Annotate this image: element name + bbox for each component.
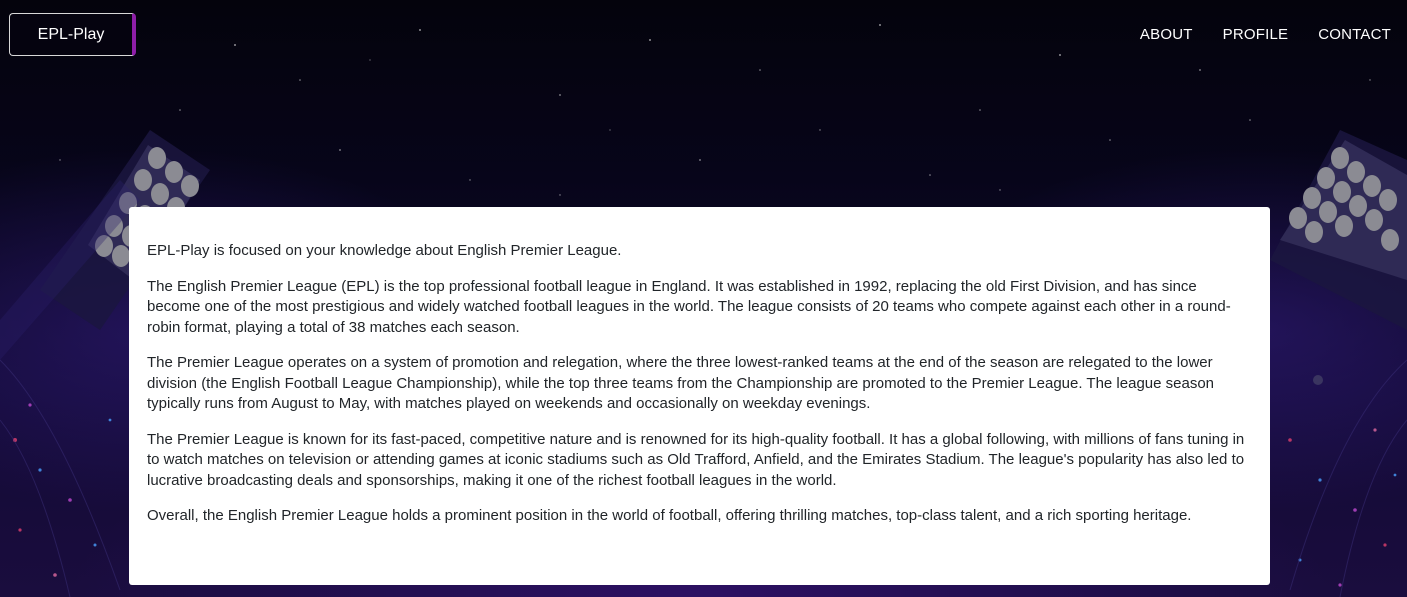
nav-item-profile[interactable]: PROFILE	[1223, 26, 1289, 43]
promotion-relegation-paragraph: The Premier League operates on a system …	[147, 354, 1215, 412]
epl-overview-paragraph: The English Premier League (EPL) is the …	[147, 277, 1231, 336]
about-content-card: EPL-Play is focused on your knowledge ab…	[129, 207, 1270, 585]
nav-item-contact[interactable]: CONTACT	[1318, 26, 1391, 43]
right-floodlight-icon	[1270, 130, 1407, 385]
brand-button[interactable]: EPL-Play	[9, 13, 136, 56]
nav-item-about[interactable]: ABOUT	[1140, 26, 1193, 43]
popularity-paragraph: The Premier League is known for its fast…	[147, 430, 1245, 489]
conclusion-paragraph: Overall, the English Premier League hold…	[147, 507, 1192, 524]
main-nav: ABOUT PROFILE CONTACT	[1140, 26, 1391, 43]
intro-paragraph: EPL-Play is focused on your knowledge ab…	[147, 242, 622, 259]
